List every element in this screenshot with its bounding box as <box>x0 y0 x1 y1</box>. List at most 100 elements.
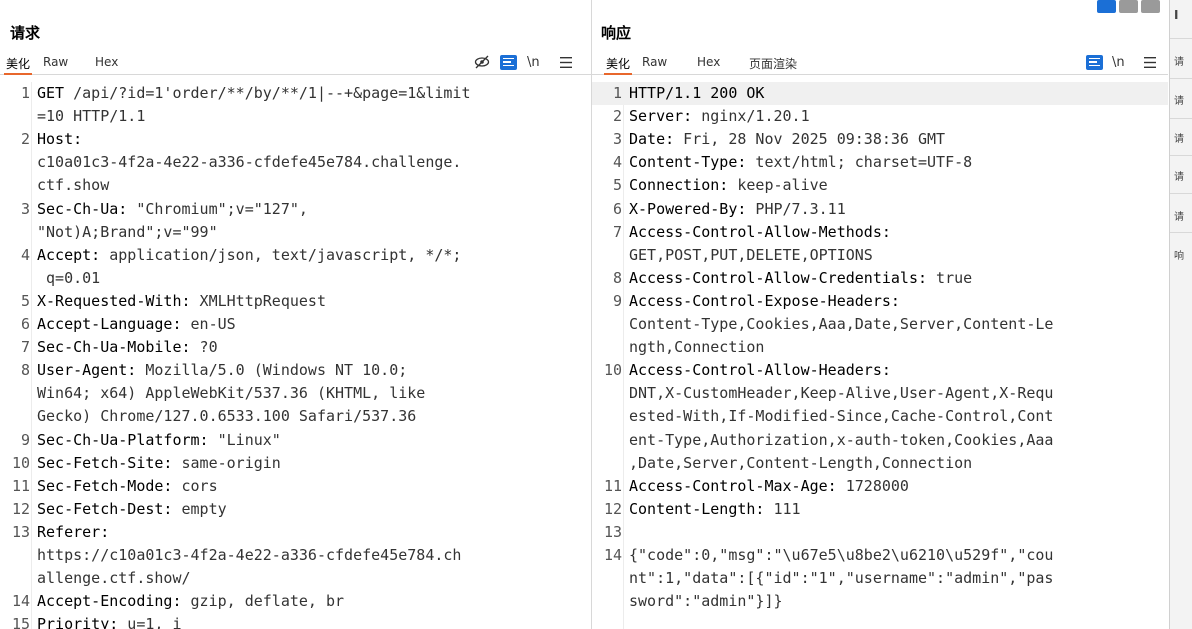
header-name: Host: <box>37 130 83 149</box>
tab-pretty[interactable]: 美化 <box>3 55 33 75</box>
editor-line[interactable]: 11 Access-Control-Max-Age: 1728000 <box>592 475 1168 498</box>
editor-line[interactable]: 2 Host: <box>0 128 591 151</box>
header-value: /api/?id=1'order/**/by/**/1|--+&page=1&l… <box>73 84 471 102</box>
request-editor[interactable]: 1 GET /api/?id=1'order/**/by/**/1|--+&pag… <box>0 82 591 629</box>
line-text: Content-Type: text/html; charset=UTF-8 <box>629 151 1168 174</box>
header-name: Referer: <box>37 522 110 541</box>
editor-line[interactable]: GET,POST,PUT,DELETE,OPTIONS <box>592 244 1168 267</box>
newline-toggle[interactable]: \n <box>1112 54 1125 70</box>
line-number: 7 <box>20 338 30 357</box>
hide-icon[interactable] <box>474 54 490 70</box>
editor-line[interactable]: q=0.01 <box>0 267 591 290</box>
line-text: Referer: <box>37 521 591 544</box>
editor-line[interactable]: 5 X-Requested-With: XMLHttpRequest <box>0 290 591 313</box>
header-value: q=0.01 <box>37 268 101 287</box>
editor-line[interactable]: 6 Accept-Language: en-US <box>0 313 591 336</box>
layout-horizontal-icon[interactable] <box>1119 0 1138 13</box>
editor-line[interactable]: ested-With,If-Modified-Since,Cache-Contr… <box>592 405 1168 428</box>
editor-line[interactable]: 8 Access-Control-Allow-Credentials: true <box>592 267 1168 290</box>
editor-line[interactable]: 13 <box>592 521 1168 544</box>
line-number: 9 <box>20 430 30 449</box>
editor-line[interactable]: 7 Access-Control-Allow-Methods: <box>592 221 1168 244</box>
editor-line[interactable]: 5 Connection: keep-alive <box>592 174 1168 197</box>
editor-line[interactable]: 1 GET /api/?id=1'order/**/by/**/1|--+&pag… <box>0 82 591 105</box>
editor-line[interactable]: Gecko) Chrome/127.0.6533.100 Safari/537.… <box>0 405 591 428</box>
editor-line[interactable]: nt":1,"data":[{"id":"1","username":"admi… <box>592 567 1168 590</box>
wrap-lines-icon[interactable] <box>500 54 517 70</box>
editor-line[interactable]: 8 User-Agent: Mozilla/5.0 (Windows NT 10.… <box>0 359 591 382</box>
editor-line[interactable]: sword":"admin"}]} <box>592 590 1168 613</box>
editor-line[interactable]: "Not)A;Brand";v="99" <box>0 221 591 244</box>
editor-line[interactable]: 7 Sec-Ch-Ua-Mobile: ?0 <box>0 336 591 359</box>
editor-line[interactable]: ngth,Connection <box>592 336 1168 359</box>
header-name: Accept-Language: <box>37 315 182 333</box>
line-text: q=0.01 <box>37 267 591 290</box>
layout-split-icon[interactable] <box>1097 0 1116 13</box>
editor-line[interactable]: 15 Priority: u=1, i <box>0 613 591 629</box>
tab-raw[interactable]: Raw <box>642 55 667 69</box>
editor-line[interactable]: 10 Sec-Fetch-Site: same-origin <box>0 452 591 475</box>
editor-line[interactable]: DNT,X-CustomHeader,Keep-Alive,User-Agent… <box>592 382 1168 405</box>
editor-line[interactable]: 3 Sec-Ch-Ua: "Chromium";v="127", <box>0 198 591 221</box>
editor-line[interactable]: 3 Date: Fri, 28 Nov 2025 09:38:36 GMT <box>592 128 1168 151</box>
editor-line[interactable]: =10 HTTP/1.1 <box>0 105 591 128</box>
editor-line[interactable]: 2 Server: nginx/1.20.1 <box>592 105 1168 128</box>
tab-pretty[interactable]: 美化 <box>603 55 633 75</box>
editor-line[interactable]: 10 Access-Control-Allow-Headers: <box>592 359 1168 382</box>
tab-hex[interactable]: Hex <box>697 55 720 69</box>
header-name: Accept: <box>37 245 101 264</box>
header-value: cors <box>172 476 218 495</box>
editor-line[interactable]: 12 Sec-Fetch-Dest: empty <box>0 498 591 521</box>
tab-raw[interactable]: Raw <box>43 55 68 69</box>
line-text: ent-Type,Authorization,x-auth-token,Cook… <box>629 429 1168 452</box>
editor-line[interactable]: Win64; x64) AppleWebKit/537.36 (KHTML, l… <box>0 382 591 405</box>
inspector-item[interactable]: 请 <box>1174 92 1184 107</box>
editor-line[interactable]: 4 Content-Type: text/html; charset=UTF-8 <box>592 151 1168 174</box>
tab-hex[interactable]: Hex <box>95 55 118 69</box>
editor-line[interactable]: ctf.show <box>0 174 591 197</box>
inspector-item[interactable]: 请 <box>1174 53 1184 68</box>
line-text: HTTP/1.1 200 OK <box>629 82 1168 105</box>
line-number: 1 <box>612 84 622 102</box>
line-number: 10 <box>11 453 30 472</box>
editor-line[interactable]: 14 Accept-Encoding: gzip, deflate, br <box>0 590 591 613</box>
newline-toggle[interactable]: \n <box>527 54 540 70</box>
editor-line[interactable]: 9 Access-Control-Expose-Headers: <box>592 290 1168 313</box>
header-name: Sec-Fetch-Dest: <box>37 499 173 518</box>
header-value: nginx/1.20.1 <box>692 107 810 126</box>
inspector-item[interactable]: 请 <box>1174 208 1184 223</box>
editor-line[interactable]: 14 {"code":0,"msg":"\u67e5\u8be2\u6210\u5… <box>592 544 1168 567</box>
editor-line[interactable]: 9 Sec-Ch-Ua-Platform: "Linux" <box>0 429 591 452</box>
editor-line[interactable]: Content-Type,Cookies,Aaa,Date,Server,Con… <box>592 313 1168 336</box>
inspector-item[interactable]: 请 <box>1174 130 1184 145</box>
editor-line[interactable]: 6 X-Powered-By: PHP/7.3.11 <box>592 198 1168 221</box>
editor-line[interactable]: c10a01c3-4f2a-4e22-a336-cfdefe45e784.cha… <box>0 151 591 174</box>
wrap-lines-icon[interactable] <box>1086 54 1103 70</box>
menu-icon[interactable] <box>560 54 572 70</box>
inspector-item[interactable]: 请 <box>1174 168 1184 183</box>
header-name: Sec-Ch-Ua-Mobile: <box>37 338 191 357</box>
tab-render[interactable]: 页面渲染 <box>749 55 797 72</box>
header-value: {"code":0,"msg":"\u67e5\u8be2\u6210\u529… <box>629 546 1054 564</box>
editor-line[interactable]: ent-Type,Authorization,x-auth-token,Cook… <box>592 429 1168 452</box>
editor-line[interactable]: https://c10a01c3-4f2a-4e22-a336-cfdefe45… <box>0 544 591 567</box>
editor-line[interactable]: allenge.ctf.show/ <box>0 567 591 590</box>
layout-single-icon[interactable] <box>1141 0 1160 13</box>
inspector-item[interactable]: 响 <box>1174 247 1184 262</box>
line-text: nt":1,"data":[{"id":"1","username":"admi… <box>629 567 1168 590</box>
line-number: 5 <box>612 176 622 195</box>
editor-line[interactable]: 13 Referer: <box>0 521 591 544</box>
editor-line[interactable]: 4 Accept: application/json, text/javascri… <box>0 244 591 267</box>
inspector-item[interactable]: I <box>1174 8 1178 22</box>
editor-line[interactable]: 1 HTTP/1.1 200 OK <box>592 82 1168 105</box>
editor-line[interactable]: ,Date,Server,Content-Length,Connection <box>592 452 1168 475</box>
response-editor[interactable]: 1 HTTP/1.1 200 OK 2 Server: nginx/1.20.1 3 Da… <box>592 82 1168 629</box>
header-value: ?0 <box>190 338 218 357</box>
header-value: text/html; charset=UTF-8 <box>746 153 973 172</box>
menu-icon[interactable] <box>1144 54 1156 70</box>
editor-line[interactable]: 12 Content-Length: 111 <box>592 498 1168 521</box>
editor-line[interactable]: 11 Sec-Fetch-Mode: cors <box>0 475 591 498</box>
line-text: X-Requested-With: XMLHttpRequest <box>37 290 591 313</box>
line-text: Access-Control-Allow-Headers: <box>629 359 1168 382</box>
line-number: 5 <box>20 291 30 310</box>
